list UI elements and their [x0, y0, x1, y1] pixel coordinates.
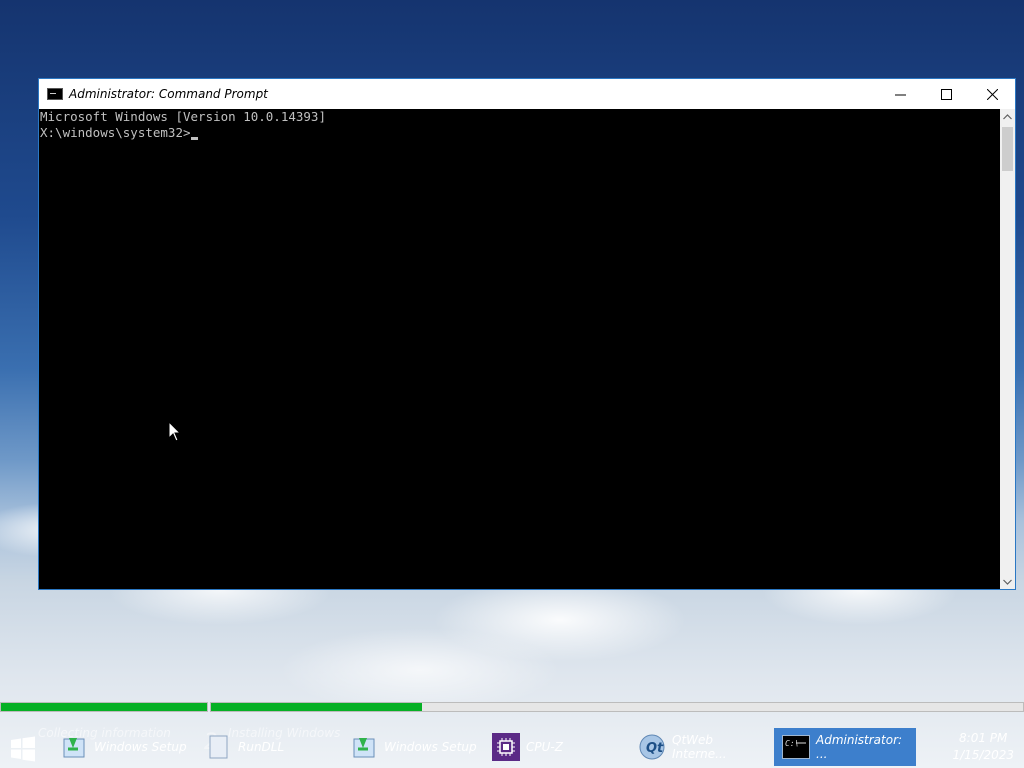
taskbar-item-windows-setup-1[interactable]: Windows Setup — [60, 728, 190, 766]
close-icon — [986, 88, 998, 100]
taskbar-item-label: RunDLL — [238, 740, 285, 754]
minimize-button[interactable] — [877, 79, 923, 109]
start-button[interactable] — [10, 736, 36, 762]
text-cursor — [190, 137, 198, 140]
taskbar-item-label: CPU-Z — [526, 740, 563, 754]
setup-icon — [350, 733, 378, 761]
taskbar-item-label: Administrator: ... — [816, 733, 903, 761]
console-output[interactable]: Microsoft Windows [Version 10.0.14393] X… — [39, 109, 1001, 589]
vertical-scrollbar[interactable] — [1000, 109, 1015, 589]
minimize-icon — [894, 94, 906, 95]
clock-time: 8:01 PM — [959, 731, 1008, 745]
cmd-window-icon — [47, 88, 63, 100]
scrollbar-thumb[interactable] — [1002, 127, 1013, 171]
setup-progress — [0, 700, 1024, 714]
chevron-down-icon — [1003, 579, 1012, 585]
mouse-pointer-icon — [168, 421, 182, 442]
taskbar-item-label: QtWeb Interne... — [672, 733, 727, 761]
maximize-button[interactable] — [923, 79, 969, 109]
windows-logo-icon — [11, 736, 35, 762]
progress-fill-installing — [211, 703, 423, 711]
window-title: Administrator: Command Prompt — [69, 87, 268, 101]
taskbar-item-cpuz[interactable]: CPU-Z — [492, 728, 602, 766]
taskbar-item-label: Windows Setup — [384, 740, 477, 754]
cmd-icon: C:\ — [782, 733, 810, 761]
clock-date: 1/15/2023 — [952, 748, 1014, 762]
maximize-icon — [940, 88, 952, 100]
scroll-up-arrow[interactable] — [1000, 109, 1015, 124]
qtweb-icon: Qt — [638, 733, 666, 761]
console-prompt-line: X:\windows\system32> — [39, 125, 1001, 141]
svg-text:Qt: Qt — [646, 741, 664, 756]
chevron-up-icon — [1003, 113, 1012, 119]
console-line: Microsoft Windows [Version 10.0.14393] — [40, 109, 326, 124]
command-prompt-window[interactable]: Administrator: Command Prompt Microsoft … — [38, 78, 1016, 590]
progress-fill-collecting — [1, 703, 207, 711]
taskbar-item-label: Windows Setup — [94, 740, 187, 754]
taskbar-item-rundll[interactable]: RunDLL — [204, 728, 314, 766]
scroll-down-arrow[interactable] — [1000, 574, 1015, 589]
close-button[interactable] — [969, 79, 1015, 109]
progress-bar-collecting — [0, 702, 208, 712]
system-clock[interactable]: 8:01 PM 1/15/2023 — [952, 730, 1014, 764]
cpuz-icon — [492, 733, 520, 761]
taskbar-item-qtweb[interactable]: Qt QtWeb Interne... — [638, 728, 768, 766]
document-icon — [204, 733, 232, 761]
window-controls — [877, 79, 1015, 109]
taskbar-item-command-prompt[interactable]: C:\ Administrator: ... — [774, 728, 916, 766]
window-titlebar[interactable]: Administrator: Command Prompt — [39, 79, 1015, 109]
setup-icon — [60, 733, 88, 761]
progress-bar-installing — [210, 702, 1024, 712]
console-prompt: X:\windows\system32> — [40, 125, 191, 140]
taskbar-item-windows-setup-2[interactable]: Windows Setup — [350, 728, 480, 766]
taskbar: Collecting information Installing Window… — [0, 726, 1024, 768]
